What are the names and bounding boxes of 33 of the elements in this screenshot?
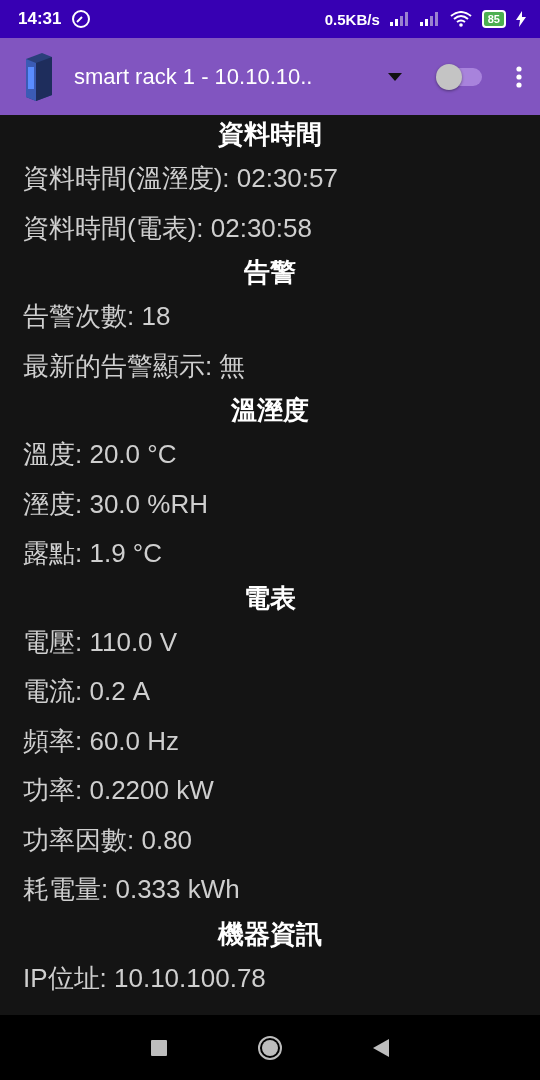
battery-icon: 85 [481, 10, 506, 28]
reading-text: 露點: 1.9 °C [22, 537, 163, 571]
reading-text: 電壓: 110.0 V [22, 625, 179, 659]
signal-icon [419, 12, 440, 26]
section-heading: 機器資訊 [216, 917, 323, 951]
reading-text: 耗電量: 0.333 kWh [22, 873, 241, 907]
network-speed: 0.5KB/s [324, 10, 380, 28]
clock: 14:31 [18, 9, 62, 29]
device-title: smart rack 1 - 10.10.10.. [74, 63, 313, 90]
reading-text: 資料時間(電表): 02:30:58 [22, 211, 313, 245]
gauge-icon [71, 9, 92, 29]
reading-text: 資料時間(溫溼度): 02:30:57 [22, 162, 339, 196]
reading-text: 最新的告警顯示: 無 [22, 349, 247, 383]
wifi-icon [449, 11, 472, 27]
charging-icon [516, 11, 526, 27]
more-options-icon[interactable] [516, 65, 522, 88]
section-heading: 資料時間 [217, 118, 323, 151]
reading-text: 功率: 0.2200 kW [22, 774, 215, 808]
reading-text: 溼度: 30.0 %RH [22, 487, 209, 521]
signal-icon [389, 12, 410, 26]
reading-text: 溫度: 20.0 °C [22, 438, 178, 472]
section-heading: 溫溼度 [230, 394, 310, 427]
reading-text: 電流: 0.2 A [22, 675, 152, 709]
back-button[interactable] [373, 1038, 389, 1057]
reading-text: 功率因數: 0.80 [22, 823, 194, 857]
recents-button[interactable] [151, 1039, 167, 1056]
reading-text: IP位址: 10.10.100.78 [22, 961, 267, 995]
dropdown-caret-icon[interactable] [388, 72, 402, 81]
reading-text: 頻率: 60.0 Hz [22, 724, 181, 758]
section-heading: 告警 [243, 256, 297, 289]
home-button[interactable] [257, 1034, 283, 1061]
reading-text: 告警次數: 18 [22, 300, 172, 334]
section-heading: 電表 [243, 581, 297, 615]
